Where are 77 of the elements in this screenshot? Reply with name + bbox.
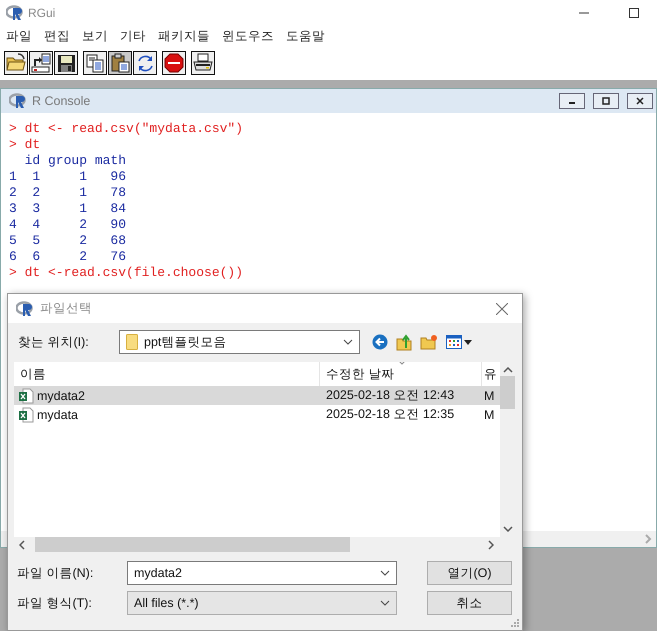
command-line: > dt <- read.csv("mydata.csv"): [9, 121, 244, 137]
caret-icon: [464, 340, 472, 344]
close-icon: [636, 97, 644, 105]
minimize-button[interactable]: [559, 93, 585, 109]
restore-icon: [602, 97, 610, 105]
chevron-right-icon: [488, 540, 494, 550]
output-line: 1 1 1 96: [9, 169, 126, 185]
clipboard-icon: [109, 52, 131, 74]
grid-view-icon: [446, 335, 462, 349]
file-name-label: 파일 이름(N):: [17, 564, 94, 582]
output-line: 2 2 1 78: [9, 185, 126, 201]
copy-icon: [84, 52, 106, 74]
file-type-label: 파일 형식(T):: [17, 594, 93, 612]
menu-item[interactable]: 파일: [0, 28, 38, 44]
chevron-right-icon: [644, 534, 652, 544]
chevron-down-icon: [380, 600, 390, 606]
menu-item[interactable]: 편집: [38, 28, 76, 44]
restore-button[interactable]: [593, 93, 619, 109]
table-cell-text: M: [483, 388, 496, 402]
chevron-down-icon: [380, 570, 390, 576]
output-line: 5 5 2 68: [9, 233, 126, 249]
resize-grip-icon: [510, 618, 520, 628]
chevron-down-icon: [343, 339, 353, 345]
menu-item[interactable]: 패키지들: [152, 28, 216, 44]
arrow-document-icon: [30, 52, 52, 74]
toolbar-button[interactable]: [83, 51, 107, 75]
view-menu-button[interactable]: [446, 335, 472, 349]
toolbar-button[interactable]: [54, 51, 78, 75]
scrollbar-thumb[interactable]: [500, 376, 515, 409]
look-in-label: 찾는 위치(I):: [18, 334, 90, 350]
spreadsheet-file-icon: [18, 406, 34, 422]
column-header[interactable]: 유: [482, 362, 500, 386]
chevron-up-icon: [502, 367, 512, 373]
command-line: > dt: [9, 137, 40, 153]
toolbar-button[interactable]: [29, 51, 53, 75]
file-type-dropdown[interactable]: All files (*.*): [127, 591, 397, 615]
chevron-left-icon: [19, 540, 25, 550]
menu-item[interactable]: 기타: [114, 28, 152, 44]
toolbar-button[interactable]: [162, 51, 186, 75]
toolbar-button[interactable]: [133, 51, 157, 75]
file-name: mydata2: [37, 388, 85, 402]
new-folder-icon: [420, 334, 438, 350]
toolbar-button[interactable]: [191, 51, 215, 75]
r-logo-icon: [16, 300, 34, 316]
output-line: 6 6 2 76: [9, 249, 126, 265]
file-row[interactable]: mydata 2025-02-18 오전 12:35 M: [14, 405, 500, 424]
output-line: 4 4 2 90: [9, 217, 126, 233]
maximize-icon: [629, 8, 639, 18]
output-line: id group math: [24, 153, 126, 169]
r-logo-icon: [9, 93, 27, 109]
menu-item[interactable]: 도움말: [280, 28, 331, 44]
close-icon: [496, 302, 508, 314]
modified-date: 2025-02-18 오전 12:35: [325, 406, 456, 423]
toolbar-button[interactable]: [4, 51, 28, 75]
window-title: R Console: [32, 94, 90, 108]
app-title: RGui: [28, 6, 56, 20]
command-line: > dt <-read.csv(file.choose()): [9, 265, 244, 281]
file-name: mydata: [37, 408, 78, 422]
modified-date: 2025-02-18 오전 12:43: [325, 387, 456, 404]
open-button[interactable]: 열기(O): [427, 561, 512, 585]
folder-dropdown[interactable]: ppt템플릿모음: [119, 330, 360, 354]
scrollbar-thumb[interactable]: [35, 537, 350, 552]
cancel-button[interactable]: 취소: [427, 591, 512, 615]
folder-up-icon: [396, 333, 412, 351]
chevron-down-icon: [502, 526, 512, 532]
table-cell-text: M: [483, 408, 496, 422]
close-button[interactable]: [627, 93, 653, 109]
menu-item[interactable]: 보기: [76, 28, 114, 44]
stop-sign-icon: [163, 52, 185, 74]
folder-icon: [126, 334, 138, 350]
dialog-title: 파일선택: [40, 300, 92, 317]
menu-item[interactable]: 윈도우즈: [216, 28, 280, 44]
file-name-field[interactable]: mydata2: [127, 561, 397, 585]
file-row[interactable]: mydata2 2025-02-18 오전 12:43 M: [14, 386, 500, 405]
spreadsheet-file-icon: [18, 388, 34, 404]
r-logo-icon: [6, 5, 24, 21]
output-line: 3 3 1 84: [9, 201, 126, 217]
